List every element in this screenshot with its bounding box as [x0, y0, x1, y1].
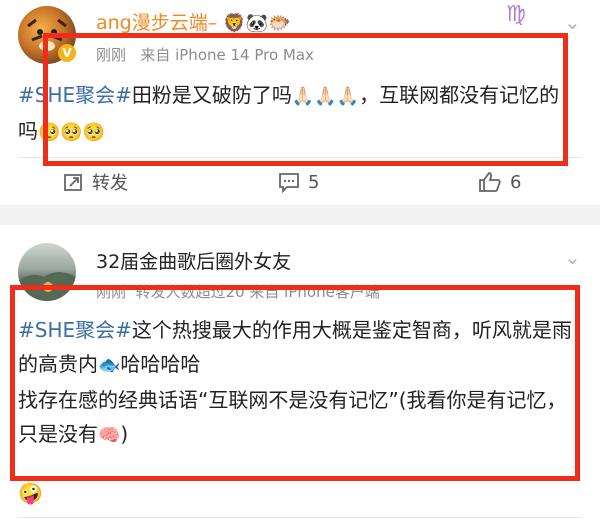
decor-sign-text: ♍ — [506, 2, 526, 27]
weibo-post-2: 32届金曲歌后圈外女友 ⌄ 刚刚 转发人数超过20 来自 iPhone客户端 #… — [0, 225, 600, 523]
username[interactable]: 32届金曲歌后圈外女友 — [96, 247, 291, 274]
highlight-box — [43, 33, 568, 166]
reaction-emoji: 🤪 — [18, 481, 43, 505]
repost-button[interactable]: 转发 — [62, 167, 128, 197]
post-actions: 转发 5 6 — [0, 167, 600, 197]
chevron-down-icon[interactable]: ⌄ — [564, 10, 581, 34]
comment-icon — [279, 173, 299, 193]
comment-count: 5 — [308, 171, 320, 193]
highlight-box — [10, 285, 580, 481]
chevron-down-icon[interactable]: ⌄ — [564, 245, 581, 269]
username-text: 32届金曲歌后圈外女友 — [96, 251, 292, 273]
repost-label: 转发 — [92, 173, 128, 194]
username[interactable]: ang漫步云端– 🦁🐼🐡 — [96, 8, 291, 35]
weibo-post-1: V ang漫步云端– 🦁🐼🐡 ♍ ⌄ 刚刚 来自 iPhone 14 Pro M… — [0, 0, 600, 205]
decor-sign-icon: ♍ — [492, 2, 540, 32]
name-emojis: 🦁🐼🐡 — [223, 13, 291, 34]
comment-button[interactable]: 5 — [278, 167, 319, 197]
like-count: 6 — [510, 171, 522, 193]
post-separator — [0, 205, 600, 225]
like-button[interactable]: 6 — [478, 167, 521, 197]
reaction-emoji-text: 🤪 — [18, 481, 43, 505]
thumbs-up-icon — [479, 172, 501, 192]
divider — [18, 517, 582, 518]
username-text: ang漫步云端– — [96, 12, 218, 34]
repost-icon — [64, 174, 82, 191]
